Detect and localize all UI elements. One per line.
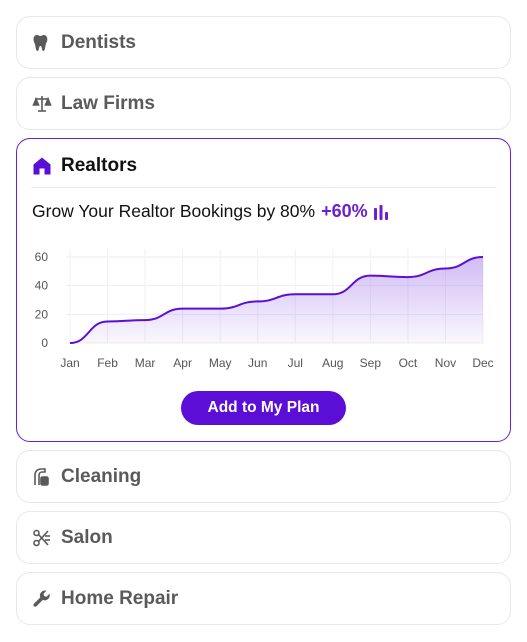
category-card-cleaning[interactable]: Cleaning — [16, 450, 511, 503]
x-tick-label: Oct — [399, 356, 418, 370]
bar-chart-icon — [373, 204, 389, 220]
x-tick-label: Jul — [288, 356, 303, 370]
y-tick-label: 0 — [41, 336, 48, 350]
x-tick-label: Mar — [135, 356, 156, 370]
headline-text: Grow Your Realtor Bookings by 80% — [32, 201, 316, 221]
category-card-home-repair[interactable]: Home Repair — [16, 572, 511, 625]
x-tick-label: Nov — [435, 356, 456, 370]
growth-headline: Grow Your Realtor Bookings by 80% +60% — [32, 201, 389, 222]
category-label: Cleaning — [61, 465, 142, 487]
x-tick-label: Feb — [97, 356, 118, 370]
house-icon — [31, 155, 53, 177]
category-label: Law Firms — [61, 92, 155, 114]
category-label: Realtors — [61, 155, 138, 176]
category-list: Dentists Law Firms Realtors Grow Your Re… — [0, 0, 527, 642]
x-tick-label: Aug — [322, 356, 343, 370]
chart-area — [70, 257, 483, 343]
x-tick-label: Jun — [248, 356, 267, 370]
category-card-salon[interactable]: Salon — [16, 511, 511, 564]
bookings-chart: 0 20 40 60 Jan Feb Mar Apr May Jun Jul Aug Sep Oct No… — [35, 249, 494, 370]
y-tick-label: 40 — [35, 279, 49, 293]
x-tick-label: Sep — [360, 356, 382, 370]
y-tick-label: 60 — [35, 250, 49, 264]
add-to-my-plan-button[interactable]: Add to My Plan — [181, 391, 346, 425]
category-card-dentists[interactable]: Dentists — [16, 16, 511, 69]
category-card-law-firms[interactable]: Law Firms — [16, 77, 511, 130]
scissors-icon — [31, 527, 53, 549]
category-label: Dentists — [61, 31, 136, 53]
category-card-realtors[interactable]: Realtors Grow Your Realtor Bookings by 8… — [16, 138, 511, 442]
divider — [31, 187, 496, 188]
x-tick-label: May — [209, 356, 232, 370]
card-header: Realtors — [31, 155, 137, 177]
spray-bottle-icon — [31, 466, 53, 488]
category-label: Salon — [61, 526, 113, 548]
x-tick-label: Apr — [173, 356, 192, 370]
tooth-icon — [31, 32, 53, 54]
x-tick-label: Jan — [60, 356, 79, 370]
x-tick-label: Dec — [472, 356, 493, 370]
scales-icon — [31, 93, 53, 115]
y-tick-label: 20 — [35, 307, 49, 321]
wrench-icon — [31, 588, 53, 610]
growth-delta: +60% — [321, 201, 368, 221]
category-label: Home Repair — [61, 587, 179, 609]
